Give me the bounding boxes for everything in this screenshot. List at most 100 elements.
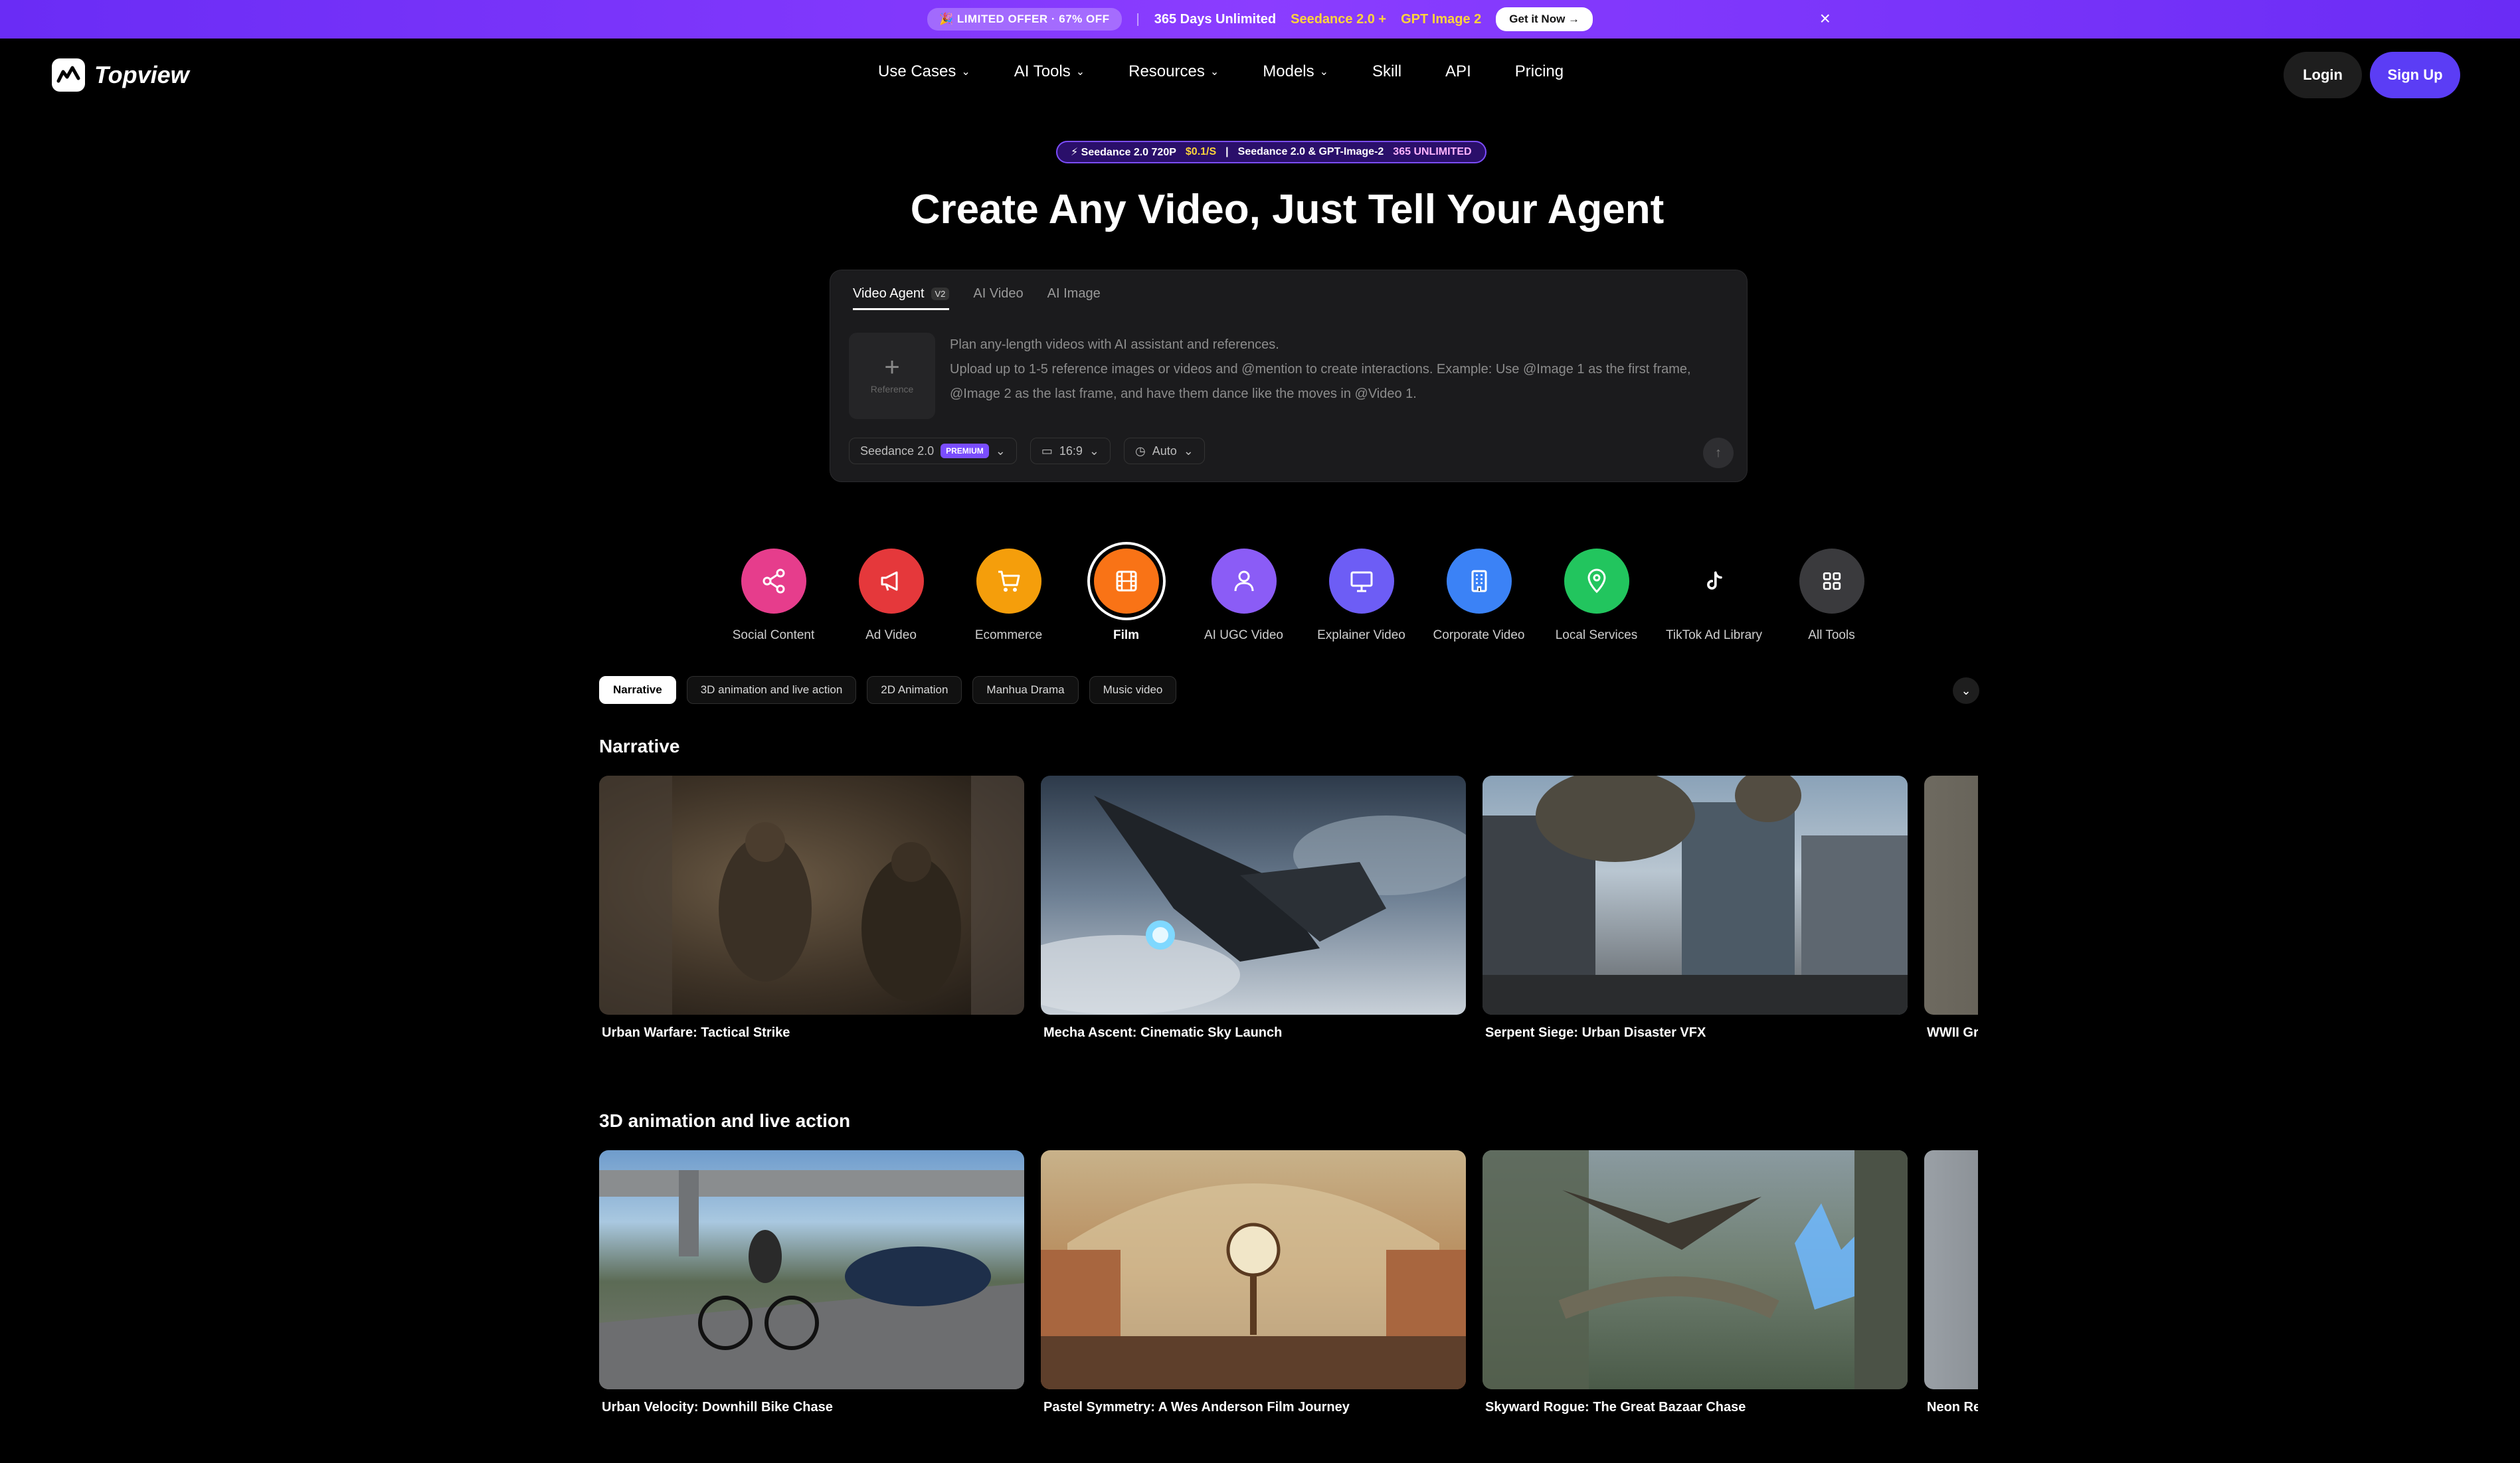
category-social-content[interactable]: Social Content [715, 549, 832, 643]
nav-models[interactable]: Models ⌄ [1263, 62, 1328, 81]
send-button[interactable]: ↑ [1703, 438, 1734, 468]
video-card[interactable]: Mecha Ascent: Cinematic Sky Launch [1041, 776, 1466, 1041]
video-title: Skyward Rogue: The Great Bazaar Chase [1485, 1400, 1746, 1415]
tab-ai-image[interactable]: AI Image [1047, 286, 1101, 310]
video-card[interactable]: Serpent Siege: Urban Disaster VFX [1483, 776, 1908, 1041]
chevron-down-icon: ⌄ [1961, 683, 1971, 697]
video-card[interactable]: WWII Gr [1924, 776, 1978, 1041]
expand-chips-button[interactable]: ⌄ [1953, 677, 1979, 704]
video-thumbnail [1924, 776, 1978, 1015]
nav-api[interactable]: API [1445, 62, 1471, 81]
topview-logo-icon [52, 58, 85, 92]
site-header: Topview Use Cases ⌄ AI Tools ⌄ Resources ⌄ … [0, 39, 2520, 112]
badge-divider: | [1225, 146, 1229, 157]
brand-name: Topview [94, 61, 189, 88]
aspect-ratio-select[interactable]: ▭ 16:9 ⌄ [1030, 438, 1111, 464]
promo-badge[interactable]: ⚡ Seedance 2.0 720P $0.1/S | Seedance 2.… [1056, 141, 1486, 163]
badge-models: Seedance 2.0 & GPT-Image-2 [1237, 146, 1384, 157]
duration-select[interactable]: ◷ Auto ⌄ [1124, 438, 1205, 464]
aspect-ratio-icon: ▭ [1041, 444, 1053, 458]
main-nav: Use Cases ⌄ AI Tools ⌄ Resources ⌄ Models ⌄ … [878, 62, 1564, 81]
subcategory-chips: Narrative 3D animation and live action 2… [599, 676, 1177, 704]
page-title: Create Any Video, Just Tell Your Agent [910, 187, 1665, 232]
nav-label: Use Cases [878, 62, 956, 80]
clock-icon: ◷ [1135, 444, 1146, 458]
chip-music-video[interactable]: Music video [1089, 676, 1177, 704]
reference-upload-button[interactable]: + Reference [849, 333, 935, 419]
chip-narrative[interactable]: Narrative [599, 676, 676, 704]
section-title: Narrative [599, 736, 680, 756]
category-row: Social Content Ad Video Ecommerce Film A… [715, 549, 1890, 643]
video-thumbnail [1041, 1150, 1466, 1389]
login-button[interactable]: Login [2284, 52, 2362, 98]
nav-label: Resources [1128, 62, 1205, 80]
promo-separator: | [1136, 11, 1140, 27]
category-all-tools[interactable]: All Tools [1773, 549, 1890, 643]
badge-seedance-720p: ⚡ Seedance 2.0 720P [1071, 147, 1176, 158]
placeholder-line: @Image 2 as the last frame, and have the… [950, 387, 1417, 401]
get-it-now-button[interactable]: Get it Now → [1496, 7, 1593, 31]
share-icon [741, 549, 806, 614]
building-icon [1446, 549, 1512, 614]
category-ai-ugc-video[interactable]: AI UGC Video [1185, 549, 1303, 643]
category-label: Ad Video [865, 628, 917, 642]
tiktok-icon [1681, 549, 1747, 614]
model-name: Seedance 2.0 [860, 444, 935, 458]
nav-pricing[interactable]: Pricing [1515, 62, 1564, 81]
chevron-down-icon: ⌄ [1319, 66, 1329, 78]
placeholder-line: Upload up to 1-5 reference images or vid… [950, 362, 1691, 377]
chip-manhua-drama[interactable]: Manhua Drama [972, 676, 1079, 704]
tab-video-agent[interactable]: Video Agent V2 [853, 286, 950, 310]
video-card[interactable]: Pastel Symmetry: A Wes Anderson Film Jou… [1041, 1150, 1466, 1415]
promo-bar: 🎉 LIMITED OFFER · 67% OFF | 365 Days Unl… [0, 0, 2520, 39]
video-thumbnail [1483, 776, 1908, 1015]
version-dropdown[interactable]: V2 [931, 288, 950, 300]
video-card[interactable]: Neon Re [1924, 1150, 1978, 1415]
sign-up-button[interactable]: Sign Up [2370, 52, 2460, 98]
nav-skill[interactable]: Skill [1372, 62, 1401, 81]
category-label: Corporate Video [1433, 628, 1525, 642]
video-thumbnail [599, 776, 1024, 1015]
duration-value: Auto [1152, 444, 1177, 458]
chip-2d-animation[interactable]: 2D Animation [867, 676, 962, 704]
category-explainer-video[interactable]: Explainer Video [1303, 549, 1420, 643]
video-title: WWII Gr [1927, 1025, 1978, 1040]
category-label: TikTok Ad Library [1665, 628, 1762, 642]
category-tiktok-ad-library[interactable]: TikTok Ad Library [1655, 549, 1773, 643]
category-label: AI UGC Video [1204, 628, 1283, 642]
nav-use-cases[interactable]: Use Cases ⌄ [878, 62, 970, 81]
category-local-services[interactable]: Local Services [1538, 549, 1655, 643]
cart-icon [976, 549, 1041, 614]
video-card[interactable]: Urban Velocity: Downhill Bike Chase [599, 1150, 1024, 1415]
nav-label: Models [1263, 62, 1314, 80]
category-ecommerce[interactable]: Ecommerce [950, 549, 1067, 643]
chevron-down-icon: ⌄ [995, 444, 1006, 458]
video-card[interactable]: Urban Warfare: Tactical Strike [599, 776, 1024, 1041]
video-thumbnail [1483, 1150, 1908, 1389]
tab-ai-video[interactable]: AI Video [973, 286, 1023, 310]
brand-logo[interactable]: Topview [52, 58, 189, 92]
chevron-down-icon: ⌄ [1089, 444, 1100, 458]
category-corporate-video[interactable]: Corporate Video [1420, 549, 1538, 643]
prompt-input[interactable]: Plan any-length videos with AI assistant… [950, 333, 1734, 406]
video-thumbnail [1924, 1150, 1978, 1389]
section-title: 3D animation and live action [599, 1110, 851, 1131]
video-title: Urban Warfare: Tactical Strike [602, 1025, 790, 1040]
reference-label: Reference [870, 384, 914, 394]
chevron-down-icon: ⌄ [961, 66, 970, 78]
category-film[interactable]: Film [1067, 549, 1185, 643]
video-title: Serpent Siege: Urban Disaster VFX [1485, 1025, 1706, 1040]
badge-unlimited: 365 UNLIMITED [1393, 146, 1472, 157]
category-label: Ecommerce [974, 628, 1043, 642]
model-select[interactable]: Seedance 2.0 PREMIUM ⌄ [849, 438, 1017, 464]
chip-3d-animation[interactable]: 3D animation and live action [686, 676, 857, 704]
film-icon [1093, 549, 1159, 614]
video-card[interactable]: Skyward Rogue: The Great Bazaar Chase [1483, 1150, 1908, 1415]
promo-text: 365 Days Unlimited [1154, 11, 1277, 27]
promo-model-seedance: Seedance 2.0 + [1291, 11, 1387, 27]
category-ad-video[interactable]: Ad Video [832, 549, 950, 643]
close-icon[interactable]: × [1820, 9, 1831, 28]
person-icon [1211, 549, 1277, 614]
nav-ai-tools[interactable]: AI Tools ⌄ [1014, 62, 1085, 81]
nav-resources[interactable]: Resources ⌄ [1128, 62, 1219, 81]
